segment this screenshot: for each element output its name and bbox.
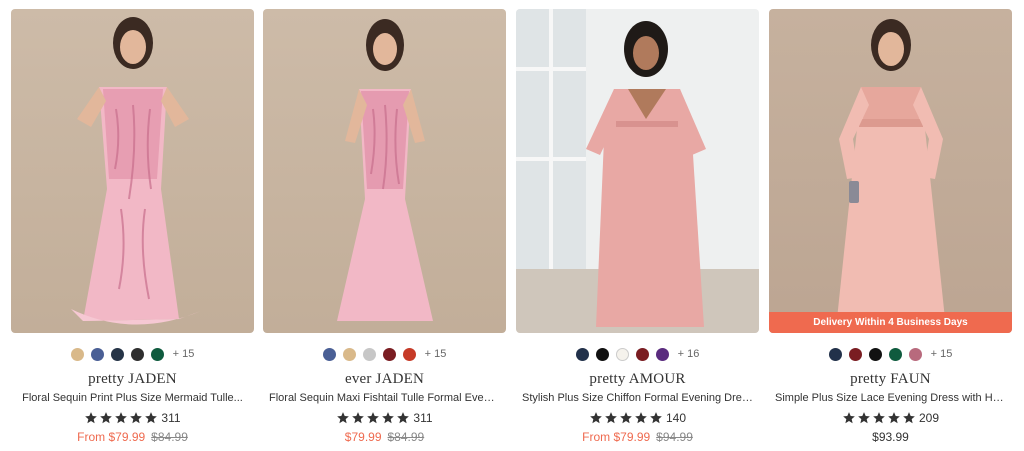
star-icon	[604, 411, 618, 425]
star-icon	[649, 411, 663, 425]
star-icon	[887, 411, 901, 425]
color-swatch[interactable]	[382, 347, 396, 361]
original-price: $84.99	[151, 430, 188, 444]
product-brand[interactable]: pretty FAUN	[769, 370, 1012, 388]
product-card[interactable]: + 16 pretty AMOUR Stylish Plus Size Chif…	[516, 9, 759, 445]
price: From $79.99 $94.99	[516, 430, 759, 445]
color-swatch[interactable]	[342, 347, 356, 361]
price: From $79.99 $84.99	[11, 430, 254, 445]
color-swatch[interactable]	[908, 347, 922, 361]
product-title[interactable]: Simple Plus Size Lace Evening Dress with…	[769, 391, 1012, 405]
star-icon	[336, 411, 350, 425]
color-swatch[interactable]	[322, 347, 336, 361]
star-icon	[381, 411, 395, 425]
star-icon	[144, 411, 158, 425]
color-swatch[interactable]	[655, 347, 669, 361]
review-count: 311	[413, 411, 433, 425]
product-image[interactable]	[516, 9, 759, 333]
star-icon	[619, 411, 633, 425]
review-count: 209	[918, 411, 940, 425]
color-swatch[interactable]	[848, 347, 862, 361]
star-icon	[902, 411, 916, 425]
color-swatch[interactable]	[150, 347, 164, 361]
rating: 140	[516, 411, 759, 425]
color-swatch[interactable]	[868, 347, 882, 361]
color-swatch[interactable]	[90, 347, 104, 361]
product-title[interactable]: Floral Sequin Print Plus Size Mermaid Tu…	[11, 391, 254, 405]
color-swatches: + 15	[769, 347, 1012, 361]
star-icon	[129, 411, 143, 425]
sale-price: $79.99	[108, 430, 146, 444]
product-brand[interactable]: pretty AMOUR	[516, 370, 759, 388]
more-colors-count[interactable]: + 15	[931, 348, 953, 360]
product-image[interactable]	[263, 9, 506, 333]
price: $79.99 $84.99	[263, 430, 506, 445]
color-swatch[interactable]	[635, 347, 649, 361]
rating: 311	[11, 411, 254, 425]
color-swatch[interactable]	[888, 347, 902, 361]
color-swatch[interactable]	[402, 347, 416, 361]
sale-price: $79.99	[344, 430, 382, 444]
product-card[interactable]: + 15 pretty JADEN Floral Sequin Print Pl…	[11, 9, 254, 445]
color-swatches: + 15	[263, 347, 506, 361]
price-prefix: From	[582, 430, 614, 444]
more-colors-count[interactable]: + 15	[173, 348, 195, 360]
product-title[interactable]: Stylish Plus Size Chiffon Formal Evening…	[516, 391, 759, 405]
more-colors-count[interactable]: + 16	[678, 348, 700, 360]
product-brand[interactable]: ever JADEN	[263, 370, 506, 388]
color-swatches: + 15	[11, 347, 254, 361]
color-swatch[interactable]	[575, 347, 589, 361]
sale-price: $79.99	[613, 430, 651, 444]
price-prefix: From	[77, 430, 109, 444]
color-swatch[interactable]	[595, 347, 609, 361]
star-icon	[872, 411, 886, 425]
star-icon	[84, 411, 98, 425]
color-swatch[interactable]	[130, 347, 144, 361]
original-price: $84.99	[387, 430, 425, 444]
review-count: 311	[161, 411, 181, 425]
review-count: 140	[665, 411, 687, 425]
color-swatch[interactable]	[110, 347, 124, 361]
product-image[interactable]	[11, 9, 254, 333]
color-swatch[interactable]	[70, 347, 84, 361]
rating: 209	[769, 411, 1012, 425]
color-swatch[interactable]	[615, 347, 629, 361]
product-image[interactable]: Delivery Within 4 Business Days	[769, 9, 1012, 333]
product-grid: + 15 pretty JADEN Floral Sequin Print Pl…	[0, 0, 1024, 451]
price: $93.99	[769, 430, 1012, 445]
color-swatch[interactable]	[828, 347, 842, 361]
product-card[interactable]: + 15 ever JADEN Floral Sequin Maxi Fisht…	[263, 9, 506, 445]
star-icon	[857, 411, 871, 425]
product-card[interactable]: Delivery Within 4 Business Days + 15 pre…	[769, 9, 1012, 445]
color-swatch[interactable]	[362, 347, 376, 361]
product-brand[interactable]: pretty JADEN	[11, 370, 254, 388]
original-price: $94.99	[656, 430, 693, 444]
rating: 311	[263, 411, 506, 425]
product-title[interactable]: Floral Sequin Maxi Fishtail Tulle Formal…	[263, 391, 506, 405]
star-icon	[366, 411, 380, 425]
star-icon	[351, 411, 365, 425]
regular-price: $93.99	[872, 430, 909, 444]
star-icon	[114, 411, 128, 425]
star-icon	[589, 411, 603, 425]
more-colors-count[interactable]: + 15	[425, 348, 447, 360]
color-swatches: + 16	[516, 347, 759, 361]
star-icon	[396, 411, 410, 425]
star-icon	[634, 411, 648, 425]
delivery-badge: Delivery Within 4 Business Days	[769, 312, 1012, 333]
star-icon	[99, 411, 113, 425]
star-icon	[842, 411, 856, 425]
